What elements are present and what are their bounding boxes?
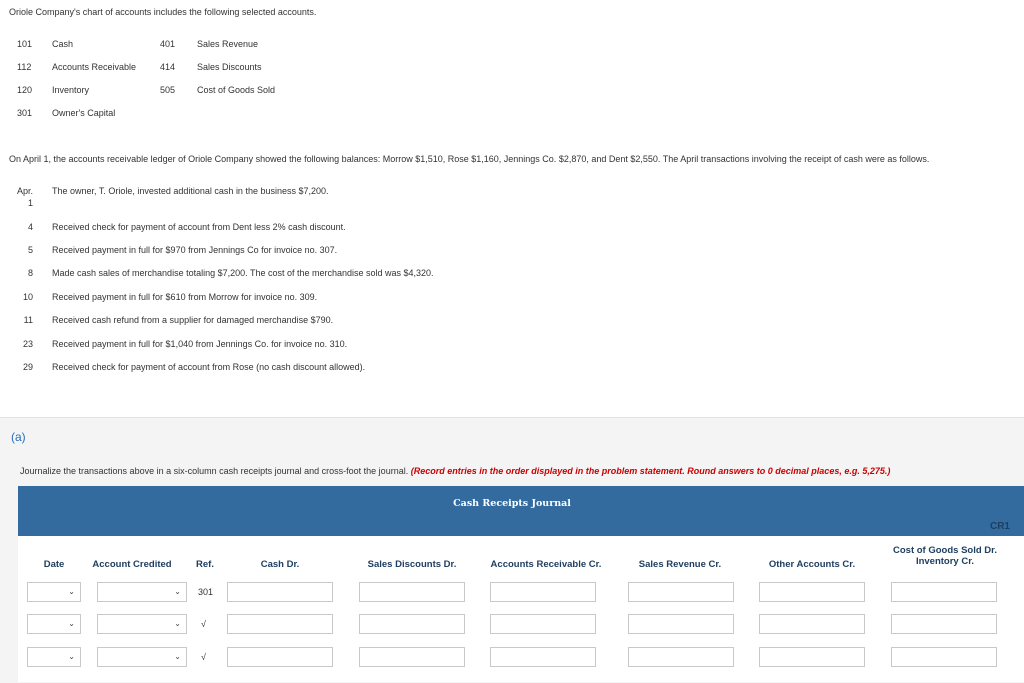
col-header-sales-revenue-cr: Sales Revenue Cr. (638, 559, 722, 570)
transaction-text: Received payment in full for $610 from M… (52, 292, 318, 302)
col-header-ref: Ref. (196, 559, 214, 570)
account-name: Inventory (52, 85, 90, 95)
cogs-inventory-input[interactable] (891, 582, 997, 602)
date-select[interactable]: ⌄ (27, 647, 81, 667)
account-number: 414 (160, 62, 176, 72)
column-header-row (18, 536, 1024, 580)
account-number: 120 (17, 85, 33, 95)
account-name: Cash (52, 39, 74, 49)
part-label: (a) (11, 430, 26, 444)
chevron-down-icon: ⌄ (174, 652, 181, 661)
cash-dr-input[interactable] (227, 647, 333, 667)
account-number: 401 (160, 39, 176, 49)
chevron-down-icon: ⌄ (68, 652, 75, 661)
account-credited-select[interactable]: ⌄ (97, 614, 187, 634)
transaction-text: Received payment in full for $1,040 from… (52, 339, 348, 349)
transaction-day: 5 (27, 245, 33, 255)
sales-discounts-dr-input[interactable] (359, 647, 465, 667)
chevron-down-icon: ⌄ (68, 619, 75, 628)
col-header-accounts-receivable-cr: Accounts Receivable Cr. (490, 559, 602, 570)
transaction-day: 8 (27, 268, 33, 278)
sales-revenue-cr-input[interactable] (628, 582, 734, 602)
month-label: Apr. (16, 186, 33, 196)
chevron-down-icon: ⌄ (174, 619, 181, 628)
account-number: 112 (17, 62, 32, 72)
col-header-sales-discounts-dr: Sales Discounts Dr. (367, 559, 457, 570)
transaction-day: 4 (27, 222, 33, 232)
col-header-cogs-line2: Inventory Cr. (915, 556, 975, 567)
transaction-text: Received cash refund from a supplier for… (52, 315, 334, 325)
account-number: 505 (160, 85, 176, 95)
journal-page-ref: CR1 (989, 521, 1010, 532)
sales-discounts-dr-input[interactable] (359, 614, 465, 634)
col-header-other-accounts-cr: Other Accounts Cr. (768, 559, 856, 570)
col-header-cogs-line1: Cost of Goods Sold Dr. (893, 545, 997, 556)
account-name: Accounts Receivable (52, 62, 137, 72)
sales-revenue-cr-input[interactable] (628, 647, 734, 667)
ref-value: 301 (198, 587, 214, 597)
cash-dr-input[interactable] (227, 582, 333, 602)
transaction-text: Received payment in full for $970 from J… (52, 245, 338, 255)
chevron-down-icon: ⌄ (68, 587, 75, 596)
other-accounts-cr-input[interactable] (759, 614, 865, 634)
journal-title-bar (18, 486, 1024, 536)
transaction-text: The owner, T. Oriole, invested additiona… (52, 186, 329, 196)
transaction-day: 23 (22, 339, 33, 349)
accounts-receivable-cr-input[interactable] (490, 614, 596, 634)
account-name: Sales Discounts (197, 62, 262, 72)
account-credited-select[interactable]: ⌄ (97, 647, 187, 667)
transaction-day: 10 (22, 292, 33, 302)
account-credited-select[interactable]: ⌄ (97, 582, 187, 602)
other-accounts-cr-input[interactable] (759, 647, 865, 667)
transaction-text: Made cash sales of merchandise totaling … (52, 268, 434, 278)
transaction-day: 29 (22, 362, 33, 372)
cogs-inventory-input[interactable] (891, 647, 997, 667)
ref-value: √ (201, 652, 206, 662)
sales-discounts-dr-input[interactable] (359, 582, 465, 602)
instructions: Journalize the transactions above in a s… (20, 466, 890, 476)
transaction-text: Received check for payment of account fr… (52, 222, 346, 232)
transaction-text: Received check for payment of account fr… (52, 362, 366, 372)
col-header-cogs-inventory: Cost of Goods Sold Dr. Inventory Cr. (884, 545, 1006, 567)
col-header-date: Date (43, 559, 65, 570)
account-name: Sales Revenue (197, 39, 259, 49)
instructions-emphasis: (Record entries in the order displayed i… (410, 466, 891, 476)
journal-title: Cash Receipts Journal (453, 498, 571, 509)
instructions-text: Journalize the transactions above in a s… (20, 466, 411, 476)
accounts-receivable-cr-input[interactable] (490, 582, 596, 602)
account-name: Owner's Capital (52, 108, 116, 118)
other-accounts-cr-input[interactable] (759, 582, 865, 602)
sales-revenue-cr-input[interactable] (628, 614, 734, 634)
account-number: 301 (17, 108, 33, 118)
cogs-inventory-input[interactable] (891, 614, 997, 634)
col-header-cash-dr: Cash Dr. (260, 559, 300, 570)
col-header-account-credited: Account Credited (92, 559, 172, 570)
accounts-receivable-cr-input[interactable] (490, 647, 596, 667)
ref-value: √ (201, 619, 206, 629)
account-number: 101 (17, 39, 33, 49)
date-select[interactable]: ⌄ (27, 614, 81, 634)
ledger-paragraph: On April 1, the accounts receivable ledg… (9, 154, 930, 164)
date-select[interactable]: ⌄ (27, 582, 81, 602)
transaction-day: 11 (23, 315, 33, 325)
intro-text: Oriole Company's chart of accounts inclu… (9, 7, 317, 17)
account-name: Cost of Goods Sold (197, 85, 276, 95)
chevron-down-icon: ⌄ (174, 587, 181, 596)
cash-dr-input[interactable] (227, 614, 333, 634)
transaction-day: 1 (27, 198, 33, 208)
